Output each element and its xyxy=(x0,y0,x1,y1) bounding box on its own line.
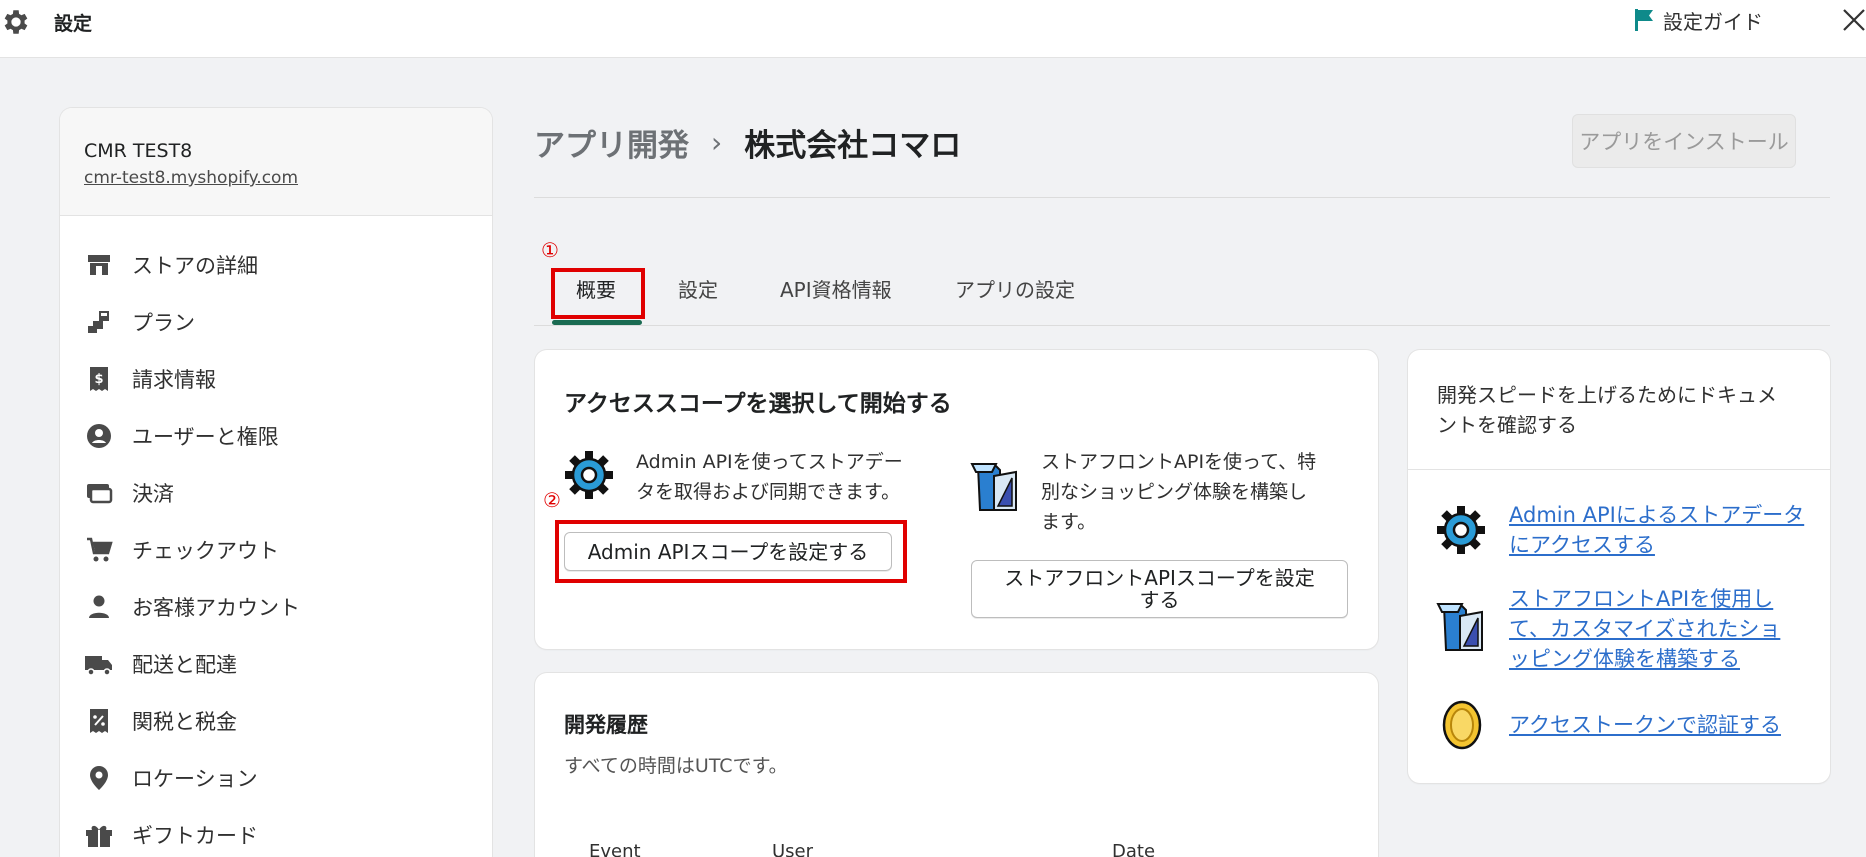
development-history-title: 開発履歴 xyxy=(564,713,648,737)
storefront-api-docs-link[interactable]: ストアフロントAPIを使用し て、カスタマイズされたショ ッピング体験を構築する xyxy=(1509,584,1780,674)
sidebar-item-label: ユーザーと権限 xyxy=(132,424,279,449)
gear-icon xyxy=(4,10,28,34)
gift-icon xyxy=(84,820,114,850)
development-history-card: 開発履歴 すべての時間はUTCです。 Event User Date xyxy=(535,673,1378,857)
breadcrumb-app-development[interactable]: アプリ開発 xyxy=(534,120,689,165)
sidebar-item-label: 関税と税金 xyxy=(132,709,237,734)
sidebar-item-shipping[interactable]: 配送と配達 xyxy=(60,635,492,692)
sidebar-item-label: ストアの詳細 xyxy=(132,253,258,278)
documentation-card: 開発スピードを上げるためにドキュメ ントを確認する Admin APIによるスト… xyxy=(1408,350,1830,783)
person-icon xyxy=(84,592,114,622)
access-token-docs-link[interactable]: アクセストークンで認証する xyxy=(1509,710,1781,740)
top-bar: 設定 設定ガイド xyxy=(0,0,1866,58)
svg-text:$: $ xyxy=(94,372,103,387)
page-title: 設定 xyxy=(54,13,93,35)
tab-bar: 概要 設定 API資格情報 アプリの設定 xyxy=(534,266,1830,326)
access-scope-card: アクセススコープを選択して開始する Admin APIを使ってストアデー タを取… xyxy=(535,350,1378,649)
plan-icon xyxy=(84,307,114,337)
admin-api-docs-link[interactable]: Admin APIによるストアデータ にアクセスする xyxy=(1509,500,1804,560)
sidebar-item-locations[interactable]: ロケーション xyxy=(60,749,492,806)
gear-icon xyxy=(1437,506,1485,554)
timezone-note: すべての時間はUTCです。 xyxy=(564,755,788,777)
header-divider xyxy=(534,197,1830,198)
configure-storefront-api-scopes-button[interactable]: ストアフロントAPIスコープを設定 する xyxy=(971,560,1348,618)
sidebar-nav: ストアの詳細 プラン $ 請求情報 ユーザーと権限 決済 チェックアウト お客様… xyxy=(60,216,492,857)
sidebar-item-label: プラン xyxy=(132,310,195,335)
storefront-icon xyxy=(970,463,1017,511)
column-header-user: User xyxy=(772,841,814,857)
settings-sidebar: CMR TEST8 cmr-test8.myshopify.com ストアの詳細… xyxy=(60,108,492,857)
documentation-title: 開発スピードを上げるためにドキュメ ントを確認する xyxy=(1437,383,1777,437)
setup-guide-button[interactable]: 設定ガイド xyxy=(1633,4,1763,36)
breadcrumb: アプリ開発 › 株式会社コマロ xyxy=(534,120,961,165)
sidebar-item-label: お客様アカウント xyxy=(132,595,300,620)
breadcrumb-current: 株式会社コマロ xyxy=(744,128,962,164)
sidebar-item-label: 請求情報 xyxy=(132,367,216,392)
user-circle-icon xyxy=(84,421,114,451)
tab-api-credentials[interactable]: API資格情報 xyxy=(780,274,892,303)
column-header-date: Date xyxy=(1112,841,1156,857)
sidebar-item-customer-accounts[interactable]: お客様アカウント xyxy=(60,578,492,635)
annotation-marker-1: ① xyxy=(541,238,559,262)
access-scope-title: アクセススコープを選択して開始する xyxy=(564,391,952,417)
install-app-button[interactable]: アプリをインストール xyxy=(1572,114,1796,168)
store-header: CMR TEST8 cmr-test8.myshopify.com xyxy=(60,108,492,216)
tax-icon xyxy=(84,706,114,736)
close-icon[interactable] xyxy=(1838,4,1866,36)
payment-icon xyxy=(84,478,114,508)
sidebar-item-label: チェックアウト xyxy=(132,538,279,563)
sidebar-item-label: ロケーション xyxy=(132,766,258,791)
store-icon xyxy=(84,250,114,280)
billing-icon: $ xyxy=(84,364,114,394)
sidebar-item-store-details[interactable]: ストアの詳細 xyxy=(60,236,492,293)
documentation-divider xyxy=(1408,469,1830,470)
coin-icon xyxy=(1442,700,1482,750)
sidebar-item-taxes[interactable]: 関税と税金 xyxy=(60,692,492,749)
truck-icon xyxy=(84,649,114,679)
sidebar-item-payments[interactable]: 決済 xyxy=(60,464,492,521)
sidebar-item-plan[interactable]: プラン xyxy=(60,293,492,350)
storefront-icon xyxy=(1436,603,1483,651)
sidebar-item-billing[interactable]: $ 請求情報 xyxy=(60,350,492,407)
tab-app-settings[interactable]: アプリの設定 xyxy=(955,274,1075,303)
sidebar-item-label: ギフトカード xyxy=(132,823,258,848)
sidebar-item-label: 配送と配達 xyxy=(132,652,237,677)
sidebar-item-label: 決済 xyxy=(132,481,174,506)
flag-icon xyxy=(1635,9,1653,31)
sidebar-item-checkout[interactable]: チェックアウト xyxy=(60,521,492,578)
gear-icon xyxy=(565,451,613,499)
tab-settings[interactable]: 設定 xyxy=(678,274,718,303)
active-tab-indicator xyxy=(552,320,642,325)
store-name: CMR TEST8 xyxy=(84,140,193,162)
annotation-box-admin-button xyxy=(555,520,907,583)
storefront-api-description: ストアフロントAPIを使って、特 別なショッピング体験を構築し ます。 xyxy=(1041,451,1317,533)
annotation-box-tab xyxy=(551,268,645,319)
column-header-event: Event xyxy=(589,841,641,857)
annotation-marker-2: ② xyxy=(543,488,561,512)
admin-api-description: Admin APIを使ってストアデー タを取得および同期できます。 xyxy=(636,451,903,503)
store-url-link[interactable]: cmr-test8.myshopify.com xyxy=(84,168,298,188)
setup-guide-label: 設定ガイド xyxy=(1663,9,1763,34)
sidebar-item-gift-cards[interactable]: ギフトカード xyxy=(60,806,492,857)
chevron-right-icon: › xyxy=(711,126,723,159)
location-icon xyxy=(84,763,114,793)
cart-icon xyxy=(84,535,114,565)
sidebar-item-users[interactable]: ユーザーと権限 xyxy=(60,407,492,464)
